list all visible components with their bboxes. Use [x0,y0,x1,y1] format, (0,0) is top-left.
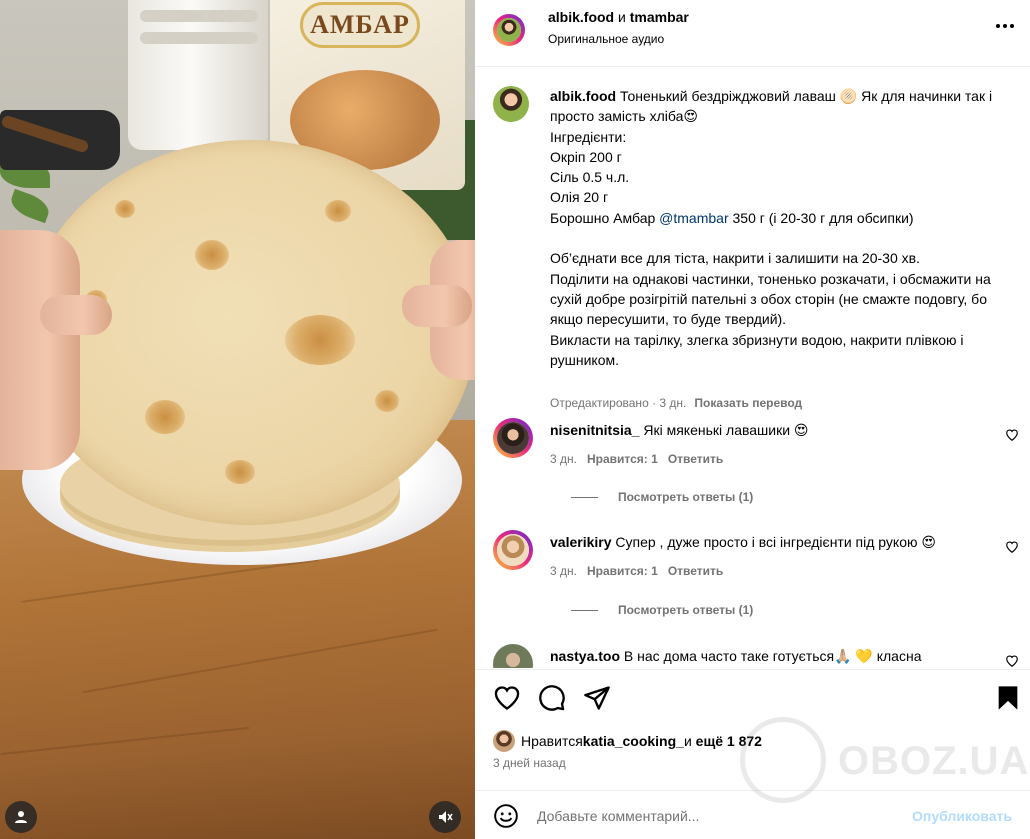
reply-button[interactable]: Ответить [668,452,723,466]
right-thumb [402,285,472,327]
post-date: 3 дней назад [493,756,566,770]
replies-divider [571,496,598,498]
comment-meta: 3 дн. Нравится: 1 Ответить [550,452,733,466]
translate-button[interactable]: Показать перевод [694,396,802,410]
commenter-avatar[interactable] [493,418,533,458]
comment-text: nisenitnitsia_ Які мякенькі лавашики 😍 [550,422,809,438]
author-link[interactable]: albik.food [548,9,614,25]
view-replies-button[interactable]: Посмотреть ответы (1) [571,603,753,617]
add-comment-bar: Опубликовать [475,790,1030,839]
more-icon-dot [1003,24,1007,28]
commenter-avatar[interactable] [493,644,533,668]
liker-avatar [493,730,515,752]
replies-divider [571,609,598,611]
comment-bubble-icon[interactable] [538,684,566,712]
post-header: albik.food и tmambar Оригинальное аудио [475,0,1030,67]
comment-time: 3 дн. [550,564,577,578]
reply-button[interactable]: Ответить [668,564,723,578]
comment-text: nastya.too В нас дома часто таке готуєть… [550,648,922,664]
jar-rim [140,32,258,44]
emoji-icon[interactable] [493,803,519,829]
save-bookmark-icon[interactable] [994,684,1022,712]
commenter-username[interactable]: nisenitnitsia_ [550,422,639,438]
jar-rim [140,10,258,22]
coauthor-link[interactable]: tmambar [630,9,689,25]
audio-link[interactable]: Оригинальное аудио [548,32,664,46]
comment-item: nastya.too В нас дома часто таке готуєть… [493,644,1023,668]
speaker-muted-icon [439,811,453,823]
more-icon-dot [996,24,1000,28]
post-media[interactable]: АМБАР [0,0,475,839]
comment-time: 3 дн. [550,452,577,466]
like-comment-heart-icon[interactable] [1005,428,1019,442]
more-options-button[interactable] [990,14,1020,38]
likes-count[interactable]: ещё 1 872 [696,733,762,749]
flour-brand-logo: АМБАР [300,2,420,48]
like-heart-icon[interactable] [493,684,521,712]
left-hand [0,230,80,470]
storage-jar [128,0,268,150]
tagged-users-button[interactable] [5,801,37,833]
comment-item: nisenitnitsia_ Які мякенькі лавашики 😍 3… [493,418,1023,513]
mention-link[interactable]: @tmambar [659,210,728,226]
more-icon-dot [1010,24,1014,28]
caption-meta: Отредактировано · 3 дн. Показать перевод [550,396,802,410]
caption-username[interactable]: albik.food [550,88,616,104]
comment-item: valerikiry Супер , дуже просто і всі інг… [493,530,1023,625]
comment-meta: 3 дн. Нравится: 1 Ответить [550,564,733,578]
like-comment-heart-icon[interactable] [1005,654,1019,668]
share-paper-plane-icon[interactable] [583,684,611,712]
comment-input[interactable] [537,803,917,829]
commenter-username[interactable]: nastya.too [550,648,620,664]
caption-text: albik.food Тоненький бездріжджовий лаваш… [550,88,993,368]
liker-username[interactable]: katia_cooking_ [583,733,684,749]
post-side-panel: albik.food и tmambar Оригинальное аудио … [475,0,1030,839]
post-actions-bar [475,669,1030,729]
comment-likes[interactable]: Нравится: 1 [587,564,658,578]
user-icon [15,811,27,823]
view-replies-button[interactable]: Посмотреть ответы (1) [571,490,753,504]
comment-text: valerikiry Супер , дуже просто і всі інг… [550,534,936,550]
like-comment-heart-icon[interactable] [1005,540,1019,554]
left-thumb [40,295,112,335]
commenter-avatar[interactable] [493,530,533,570]
comments-scroll-area[interactable]: albik.food Тоненький бездріжджовий лаваш… [475,68,1030,668]
mute-button[interactable] [429,801,461,833]
likes-summary[interactable]: Нравится katia_cooking_ и ещё 1 872 [493,730,762,752]
author-avatar[interactable] [493,14,525,46]
caption-edited-time: Отредактировано · 3 дн. [550,396,687,410]
post-authors: albik.food и tmambar [548,9,689,25]
comment-likes[interactable]: Нравится: 1 [587,452,658,466]
commenter-username[interactable]: valerikiry [550,534,612,550]
caption-avatar[interactable] [493,86,529,122]
post-comment-button[interactable]: Опубликовать [912,808,1012,824]
